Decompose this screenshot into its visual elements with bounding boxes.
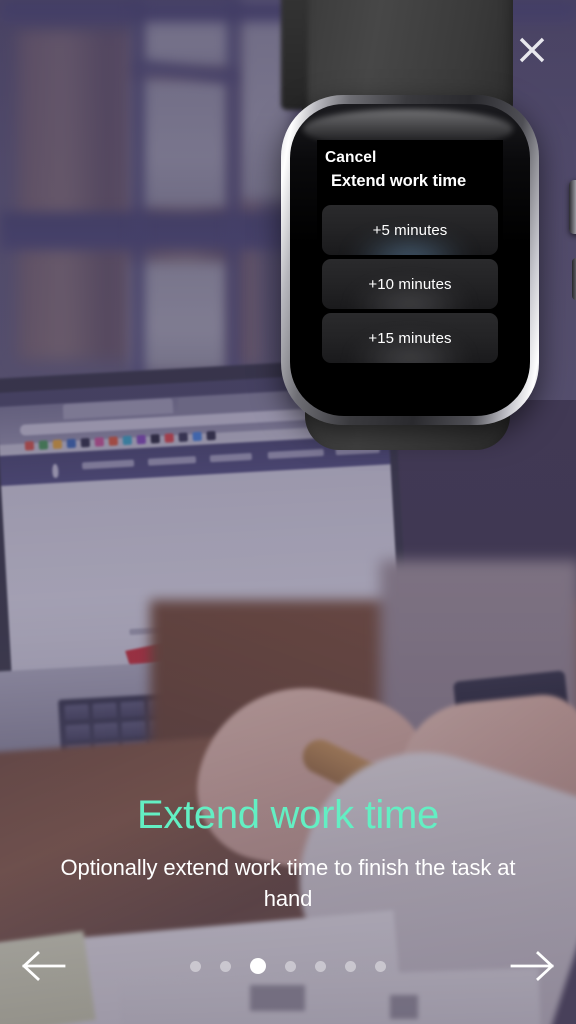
page-description: Optionally extend work time to finish th… xyxy=(60,854,516,911)
pagination-dot-2[interactable] xyxy=(220,960,231,972)
next-button[interactable] xyxy=(490,949,576,983)
apple-watch-device: Cancel Extend work time +5 minutes +10 m… xyxy=(281,0,576,580)
pagination-dot-7[interactable] xyxy=(375,960,386,972)
carousel-navigation xyxy=(0,938,576,994)
arrow-left-icon xyxy=(21,951,66,981)
close-icon xyxy=(519,37,545,63)
watch-option-list: +5 minutes +10 minutes +15 minutes xyxy=(317,205,503,363)
pagination-dot-6[interactable] xyxy=(345,960,356,972)
pagination-dot-5[interactable] xyxy=(315,960,326,972)
close-button[interactable] xyxy=(512,30,552,70)
watch-digital-crown[interactable] xyxy=(569,180,576,234)
pagination-dot-4[interactable] xyxy=(285,960,296,972)
arrow-right-icon xyxy=(510,951,555,981)
previous-button[interactable] xyxy=(0,949,86,983)
watch-strap-tail xyxy=(281,0,307,110)
pagination-dot-1[interactable] xyxy=(190,960,201,972)
watch-screen: Cancel Extend work time +5 minutes +10 m… xyxy=(317,140,503,384)
watch-screen-title: Extend work time xyxy=(331,172,467,190)
option-plus-15-minutes[interactable]: +15 minutes xyxy=(322,313,498,363)
page-title: Extend work time xyxy=(137,792,439,837)
watch-side-button[interactable] xyxy=(572,258,576,300)
onboarding-slide: Cancel Extend work time +5 minutes +10 m… xyxy=(0,0,576,1024)
watch-cancel-button[interactable]: Cancel xyxy=(325,149,503,167)
slide-caption: Extend work time Optionally extend work … xyxy=(0,794,576,914)
option-plus-10-minutes[interactable]: +10 minutes xyxy=(322,259,498,309)
option-label: +10 minutes xyxy=(368,275,452,293)
option-label: +15 minutes xyxy=(368,329,452,347)
option-plus-5-minutes[interactable]: +5 minutes xyxy=(322,205,498,255)
option-label: +5 minutes xyxy=(372,221,448,239)
pagination-dots xyxy=(86,958,490,974)
pagination-dot-3[interactable] xyxy=(250,958,266,974)
